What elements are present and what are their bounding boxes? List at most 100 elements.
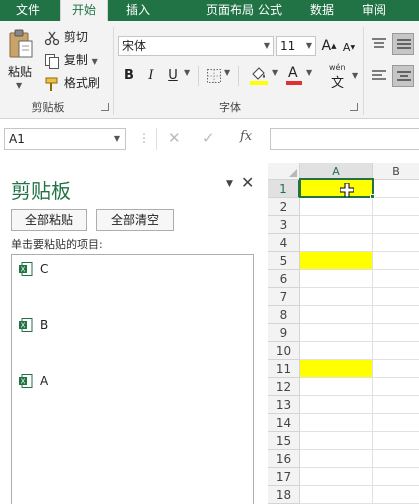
fill-handle[interactable] (370, 194, 375, 199)
fill-color-button[interactable] (248, 65, 270, 87)
clipboard-item[interactable]: X B (18, 317, 248, 335)
cell-a7[interactable] (300, 288, 373, 306)
pane-options-icon[interactable]: ▼ (226, 179, 233, 189)
format-painter-button[interactable]: 格式刷 (44, 73, 108, 93)
enter-icon[interactable]: ✓ (202, 129, 215, 147)
cell-b12[interactable] (373, 378, 419, 396)
close-icon[interactable]: ✕ (241, 173, 254, 192)
row-header[interactable]: 7 (268, 288, 300, 306)
clipboard-item[interactable]: X A (18, 373, 248, 391)
border-icon[interactable] (206, 68, 222, 84)
font-name-combo[interactable]: 宋体 ▼ (118, 36, 274, 56)
cancel-icon[interactable]: ✕ (168, 129, 181, 147)
cell-b15[interactable] (373, 432, 419, 450)
cell-a2[interactable] (300, 198, 373, 216)
select-all-corner[interactable] (268, 163, 300, 180)
row-header[interactable]: 16 (268, 450, 300, 468)
cell-b9[interactable] (373, 324, 419, 342)
cell-b17[interactable] (373, 468, 419, 486)
tab-review[interactable]: 审阅 (352, 0, 396, 21)
clipboard-launcher-icon[interactable] (101, 103, 109, 111)
insert-function-button[interactable]: fx (240, 129, 252, 144)
row-header[interactable]: 1 (268, 180, 300, 198)
bold-button[interactable]: B (120, 66, 138, 86)
clipboard-item[interactable]: X C (18, 261, 248, 279)
cell-a18[interactable] (300, 486, 373, 504)
cell-a10[interactable] (300, 342, 373, 360)
cell-a4[interactable] (300, 234, 373, 252)
tab-file[interactable]: 文件 (0, 0, 56, 21)
row-header[interactable]: 17 (268, 468, 300, 486)
cell-a12[interactable] (300, 378, 373, 396)
cell-b4[interactable] (373, 234, 419, 252)
align-center-button[interactable] (392, 65, 414, 87)
align-left-icon[interactable] (370, 68, 388, 84)
shrink-font-button[interactable]: A▼ (340, 38, 358, 58)
row-header[interactable]: 3 (268, 216, 300, 234)
cell-b1[interactable] (373, 180, 419, 198)
column-header-b[interactable]: B (373, 163, 419, 180)
cell-a6[interactable] (300, 270, 373, 288)
row-header[interactable]: 18 (268, 486, 300, 504)
row-header[interactable]: 9 (268, 324, 300, 342)
cell-b2[interactable] (373, 198, 419, 216)
underline-dropdown-icon[interactable]: ▼ (184, 68, 190, 77)
font-color-dropdown-icon[interactable]: ▼ (306, 68, 312, 77)
row-header[interactable]: 12 (268, 378, 300, 396)
italic-button[interactable]: I (142, 66, 160, 86)
cell-a13[interactable] (300, 396, 373, 414)
align-middle-button[interactable] (392, 33, 414, 55)
cell-b13[interactable] (373, 396, 419, 414)
cell-a14[interactable] (300, 414, 373, 432)
font-launcher-icon[interactable] (350, 103, 358, 111)
cell-a8[interactable] (300, 306, 373, 324)
cell-a3[interactable] (300, 216, 373, 234)
cell-b8[interactable] (373, 306, 419, 324)
tab-formulas[interactable]: 公式 (248, 0, 292, 21)
underline-button[interactable]: U (164, 66, 182, 86)
fill-dropdown-icon[interactable]: ▼ (272, 68, 278, 77)
formula-input[interactable] (270, 128, 419, 150)
paste-button[interactable]: 粘贴 ▼ (6, 29, 36, 99)
cell-a11[interactable] (300, 360, 373, 378)
cell-b5[interactable] (373, 252, 419, 270)
cell-b14[interactable] (373, 414, 419, 432)
phonetic-dropdown-icon[interactable]: ▼ (352, 71, 358, 80)
name-box[interactable]: A1 ▼ (4, 128, 126, 150)
cell-b11[interactable] (373, 360, 419, 378)
row-header[interactable]: 14 (268, 414, 300, 432)
grow-font-button[interactable]: A▲ (320, 36, 338, 56)
tab-data[interactable]: 数据 (300, 0, 344, 21)
copy-button[interactable]: 复制 ▼ (44, 50, 114, 70)
row-header[interactable]: 8 (268, 306, 300, 324)
row-header[interactable]: 5 (268, 252, 300, 270)
cell-b7[interactable] (373, 288, 419, 306)
row-header[interactable]: 6 (268, 270, 300, 288)
cell-a17[interactable] (300, 468, 373, 486)
align-top-icon[interactable] (370, 36, 388, 52)
cell-a9[interactable] (300, 324, 373, 342)
border-dropdown-icon[interactable]: ▼ (224, 68, 230, 77)
row-header[interactable]: 10 (268, 342, 300, 360)
row-header[interactable]: 13 (268, 396, 300, 414)
row-header[interactable]: 4 (268, 234, 300, 252)
phonetic-button[interactable]: wén 文 (328, 63, 352, 91)
font-size-combo[interactable]: 11 ▼ (276, 36, 316, 56)
cell-b10[interactable] (373, 342, 419, 360)
cell-b6[interactable] (373, 270, 419, 288)
paste-all-button[interactable]: 全部粘贴 (11, 209, 87, 231)
tab-insert[interactable]: 插入 (116, 0, 160, 21)
cell-a16[interactable] (300, 450, 373, 468)
tab-home[interactable]: 开始 (60, 0, 108, 21)
cell-a5[interactable] (300, 252, 373, 270)
clear-all-button[interactable]: 全部清空 (96, 209, 174, 231)
cell-b18[interactable] (373, 486, 419, 504)
row-header[interactable]: 15 (268, 432, 300, 450)
cell-b16[interactable] (373, 450, 419, 468)
font-color-button[interactable]: A (284, 65, 304, 87)
cell-b3[interactable] (373, 216, 419, 234)
row-header[interactable]: 11 (268, 360, 300, 378)
row-header[interactable]: 2 (268, 198, 300, 216)
cell-a15[interactable] (300, 432, 373, 450)
cut-button[interactable]: 剪切 (44, 27, 104, 47)
